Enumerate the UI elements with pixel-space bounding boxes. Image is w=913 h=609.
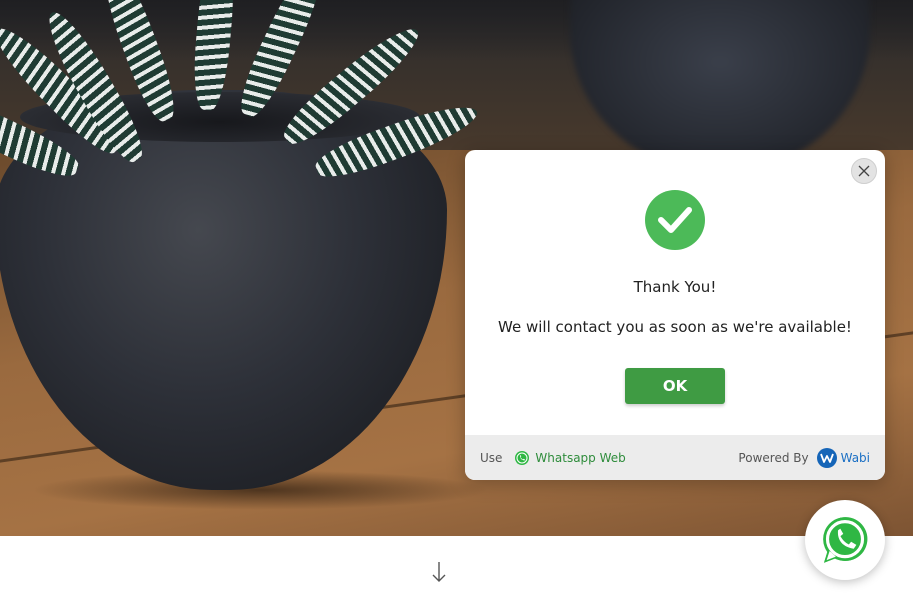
checkmark-icon <box>658 207 692 233</box>
whatsapp-icon[interactable] <box>514 450 530 466</box>
powered-by-label: Powered By <box>738 450 809 465</box>
wabi-link[interactable]: Wabi <box>841 451 870 465</box>
close-button[interactable] <box>851 158 877 184</box>
wabi-logo-icon[interactable] <box>816 447 837 468</box>
success-badge <box>645 190 705 250</box>
whatsapp-web-link[interactable]: Whatsapp Web <box>535 451 625 465</box>
whatsapp-icon <box>823 517 868 563</box>
modal-message: We will contact you as soon as we're ava… <box>498 318 852 336</box>
powered-by-section: Powered By Wabi <box>738 447 870 468</box>
modal-footer: Use Whatsapp Web Powered By Wabi <box>465 435 885 480</box>
close-icon <box>858 165 870 177</box>
scroll-down-button[interactable] <box>428 560 450 584</box>
whatsapp-chat-button[interactable] <box>805 500 885 580</box>
ok-button[interactable]: OK <box>625 368 725 404</box>
use-label: Use <box>480 450 503 465</box>
thank-you-modal: Thank You! We will contact you as soon a… <box>465 150 885 480</box>
whatsapp-web-section: Use Whatsapp Web <box>480 450 626 466</box>
arrow-down-icon <box>432 562 446 582</box>
background-pot <box>570 0 870 170</box>
modal-title: Thank You! <box>633 278 717 296</box>
